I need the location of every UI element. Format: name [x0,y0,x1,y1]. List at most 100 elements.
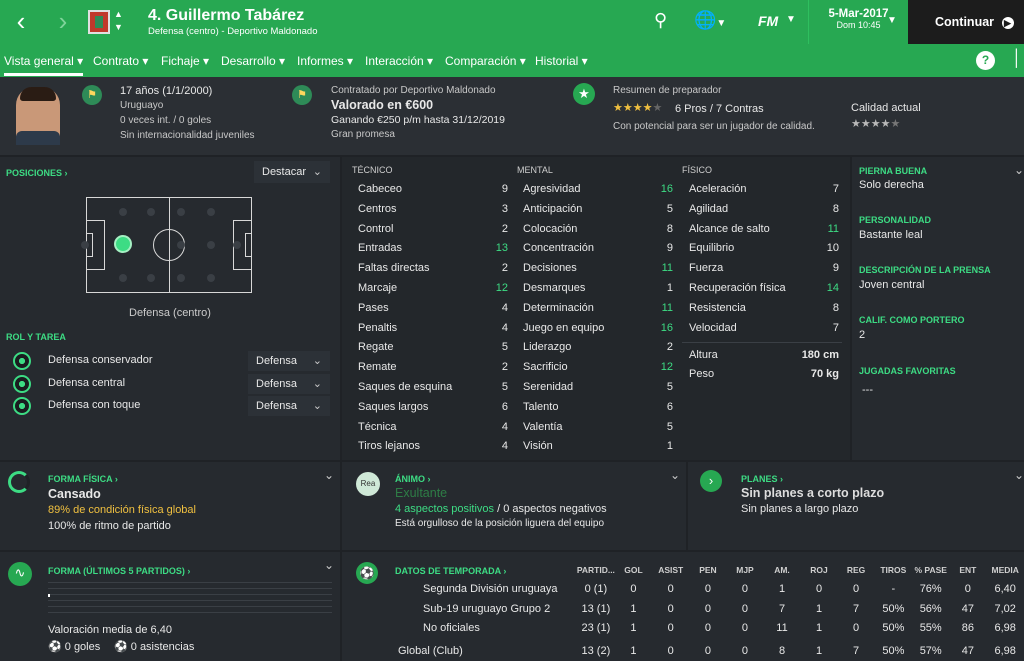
tab-development[interactable]: Desarrollo ▾ [221,54,285,68]
back-arrow-icon[interactable]: ‹ [8,8,34,36]
tab-transfer[interactable]: Fichaje ▾ [161,54,209,68]
attribute-row[interactable]: Penaltis 4 [358,322,508,342]
attribute-name: Liderazgo [523,341,572,354]
table-cell: 1 [630,622,637,635]
table-row[interactable]: No oficiales 23 (1) 1 0 0 0 11 1 0 50% 55% 86 6,98 [394,619,1024,639]
table-row[interactable]: Sub-19 uruguayo Grupo 2 13 (1) 1 0 0 0 7 1 7 50% 5… [394,599,1024,619]
position-marker[interactable] [114,235,132,253]
chevron-down-icon[interactable]: ⌄ [670,468,680,482]
attribute-row[interactable]: Concentración 9 [523,242,673,262]
help-icon[interactable]: ? [976,51,995,70]
attribute-row[interactable]: Control 2 [358,223,508,243]
attribute-row[interactable]: Saques largos 6 [358,401,508,421]
chevron-down-icon[interactable]: ⌄ [1014,163,1024,177]
attribute-row[interactable]: Remate 2 [358,361,508,381]
attribute-row[interactable]: Resistencia 8 [689,302,839,322]
column-header[interactable]: ROJ [800,560,837,580]
player-photo [16,87,60,145]
tab-overview[interactable]: Vista general ▾ [4,54,84,76]
chevron-down-icon[interactable]: ⌄ [1014,468,1024,482]
tab-interaction[interactable]: Interacción ▾ [365,54,433,68]
duty-dropdown[interactable]: Defensa ⌄ [248,396,330,416]
table-cell: 0 [741,644,749,657]
attribute-row[interactable]: Sacrificio 12 [523,361,673,381]
attribute-row[interactable]: Entradas 13 [358,242,508,262]
column-header[interactable]: MJP [726,560,763,580]
attribute-row[interactable]: Colocación 8 [523,223,673,243]
duty-dropdown[interactable]: Defensa ⌄ [248,351,330,371]
attribute-row[interactable]: Alcance de salto 11 [689,223,839,243]
player-subtitle[interactable]: Defensa (centro) - Deportivo Maldonado [148,26,318,37]
attribute-row[interactable]: Decisiones 11 [523,262,673,282]
fm-menu-button[interactable]: FM ▼ [748,0,808,44]
column-header[interactable]: PEN [689,560,726,580]
column-header[interactable]: ASIST [652,560,689,580]
morale-title[interactable]: ÁNIMO › [395,474,431,484]
more-icon[interactable]: │ [1012,50,1022,68]
attribute-row[interactable]: Juego en equipo 16 [523,322,673,342]
table-row[interactable]: Global (Club) 13 (2) 1 0 0 0 8 1 7 50% 57% 47 6,98 [394,638,1024,658]
form-title[interactable]: FORMA (ÚLTIMOS 5 PARTIDOS) › [48,566,190,576]
role-name[interactable]: Defensa central [48,377,125,389]
fitness-title[interactable]: FORMA FÍSICA › [48,474,118,484]
attribute-row[interactable]: Determinación 11 [523,302,673,322]
pros-cons[interactable]: 6 Pros / 7 Contras [675,103,764,115]
club-crest-icon[interactable] [88,10,110,34]
attribute-row[interactable]: Visión 1 [523,440,673,460]
tab-reports[interactable]: Informes ▾ [297,54,353,68]
role-name[interactable]: Defensa conservador [48,354,153,366]
tab-contract[interactable]: Contrato ▾ [93,54,148,68]
date-button[interactable]: 5-Mar-2017 Dom 10:45 ▼ [808,0,908,44]
attribute-value: 4 [501,301,508,314]
attribute-row[interactable]: Agresividad 16 [523,183,673,203]
chevron-down-icon[interactable]: ⌄ [324,558,334,572]
attribute-row[interactable]: Faltas directas 2 [358,262,508,282]
attribute-row[interactable]: Regate 5 [358,341,508,361]
player-updown-icon[interactable]: ▲ ▼ [114,8,123,34]
attribute-row[interactable]: Fuerza 9 [689,262,839,282]
attribute-row[interactable]: Técnica 4 [358,421,508,441]
continue-button[interactable]: Continuar ▶ [908,0,1024,44]
attribute-row[interactable]: Centros 3 [358,203,508,223]
column-header[interactable]: AM. [764,560,801,580]
column-header[interactable]: % PASE [912,560,949,580]
tab-history[interactable]: Historial ▾ [535,54,588,68]
duty-dropdown[interactable]: Defensa ⌄ [248,374,330,394]
column-header[interactable]: ENT [949,560,986,580]
attribute-row[interactable]: Tiros lejanos 4 [358,440,508,460]
attribute-row[interactable]: Talento 6 [523,401,673,421]
table-row[interactable]: Segunda División uruguaya 0 (1) 0 0 0 0 1 0 0 - 76… [394,580,1024,600]
chevron-down-icon[interactable]: ⌄ [324,468,334,482]
attribute-row[interactable]: Marcaje 12 [358,282,508,302]
column-header[interactable]: TIROS [875,560,912,580]
plans-title[interactable]: PLANES › [741,474,783,484]
role-name[interactable]: Defensa con toque [48,399,140,411]
attribute-row[interactable]: Recuperación física 14 [689,282,839,302]
height-row: Altura 180 cm [689,349,839,361]
positions-title[interactable]: POSICIONES › [6,168,68,178]
attribute-row[interactable]: Liderazgo 2 [523,341,673,361]
highlight-dropdown[interactable]: Destacar ⌄ [254,161,330,183]
attribute-row[interactable]: Cabeceo 9 [358,183,508,203]
attribute-row[interactable]: Pases 4 [358,302,508,322]
attribute-row[interactable]: Anticipación 5 [523,203,673,223]
attribute-row[interactable]: Saques de esquina 5 [358,381,508,401]
divider [682,342,842,343]
attribute-row[interactable]: Valentía 5 [523,421,673,441]
attribute-row[interactable]: Desmarques 1 [523,282,673,302]
column-header[interactable]: GOL [615,560,652,580]
attribute-row[interactable]: Aceleración 7 [689,183,839,203]
search-icon[interactable]: ⚲ [654,10,667,31]
column-header[interactable]: MEDIA [986,560,1024,580]
attribute-row[interactable]: Serenidad 5 [523,381,673,401]
contract-label[interactable]: Contratado por Deportivo Maldonado [331,85,496,96]
attribute-row[interactable]: Velocidad 7 [689,322,839,342]
column-header[interactable]: REG [838,560,875,580]
attribute-row[interactable]: Agilidad 8 [689,203,839,223]
column-header[interactable]: PARTID... [577,560,615,580]
forward-arrow-icon[interactable]: › [50,8,76,36]
player-nationality[interactable]: Uruguayo [120,100,163,111]
globe-icon[interactable]: 🌐▼ [694,10,726,31]
tab-comparison[interactable]: Comparación ▾ [445,54,526,68]
attribute-row[interactable]: Equilibrio 10 [689,242,839,262]
